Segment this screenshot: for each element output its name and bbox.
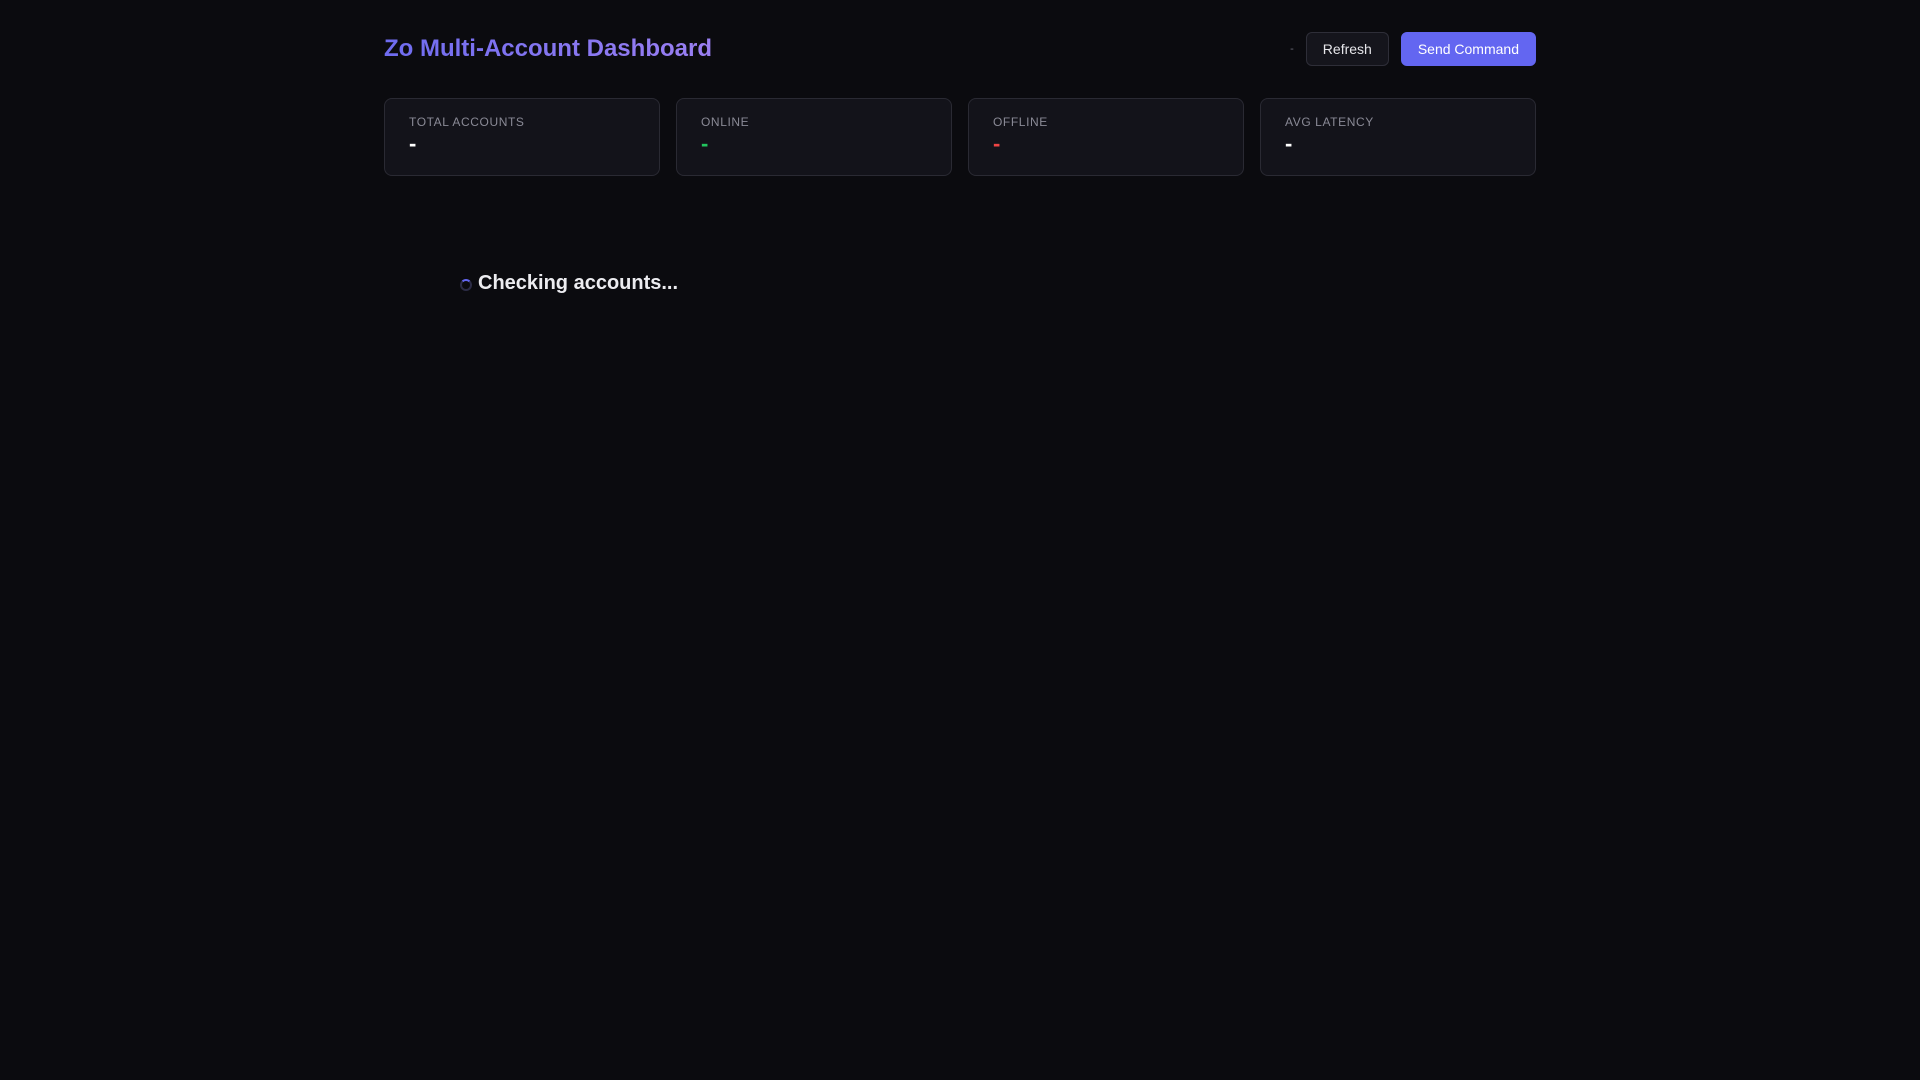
stat-label: AVG LATENCY xyxy=(1285,115,1374,129)
stat-card-avg-latency: AVG LATENCY - xyxy=(1260,98,1536,176)
send-command-button[interactable]: Send Command xyxy=(1400,32,1536,66)
stat-value: - xyxy=(1285,131,1293,156)
stat-label: ONLINE xyxy=(701,115,750,129)
stat-card-offline: OFFLINE - xyxy=(968,98,1244,176)
stat-value: - xyxy=(701,131,709,156)
stat-label: OFFLINE xyxy=(993,115,1048,129)
dashboard-container: Zo Multi-Account Dashboard - Refresh Sen… xyxy=(384,0,1536,294)
stat-card-online: ONLINE - xyxy=(676,98,952,176)
spinner-icon xyxy=(460,278,472,291)
page-title: Zo Multi-Account Dashboard xyxy=(384,35,712,62)
header-actions: - Refresh Send Command xyxy=(1290,32,1536,66)
stat-label: TOTAL ACCOUNTS xyxy=(409,115,525,129)
loading-indicator: Checking accounts... xyxy=(460,272,678,295)
last-updated-text: - xyxy=(1290,43,1294,55)
stats-row: TOTAL ACCOUNTS - ONLINE - OFFLINE - AVG … xyxy=(384,98,1536,176)
stat-card-total-accounts: TOTAL ACCOUNTS - xyxy=(384,98,660,176)
stat-value: - xyxy=(409,131,417,156)
header: Zo Multi-Account Dashboard - Refresh Sen… xyxy=(384,0,1536,98)
refresh-button[interactable]: Refresh xyxy=(1305,32,1389,66)
loading-text: Checking accounts... xyxy=(478,272,679,294)
stat-value: - xyxy=(993,131,1001,156)
